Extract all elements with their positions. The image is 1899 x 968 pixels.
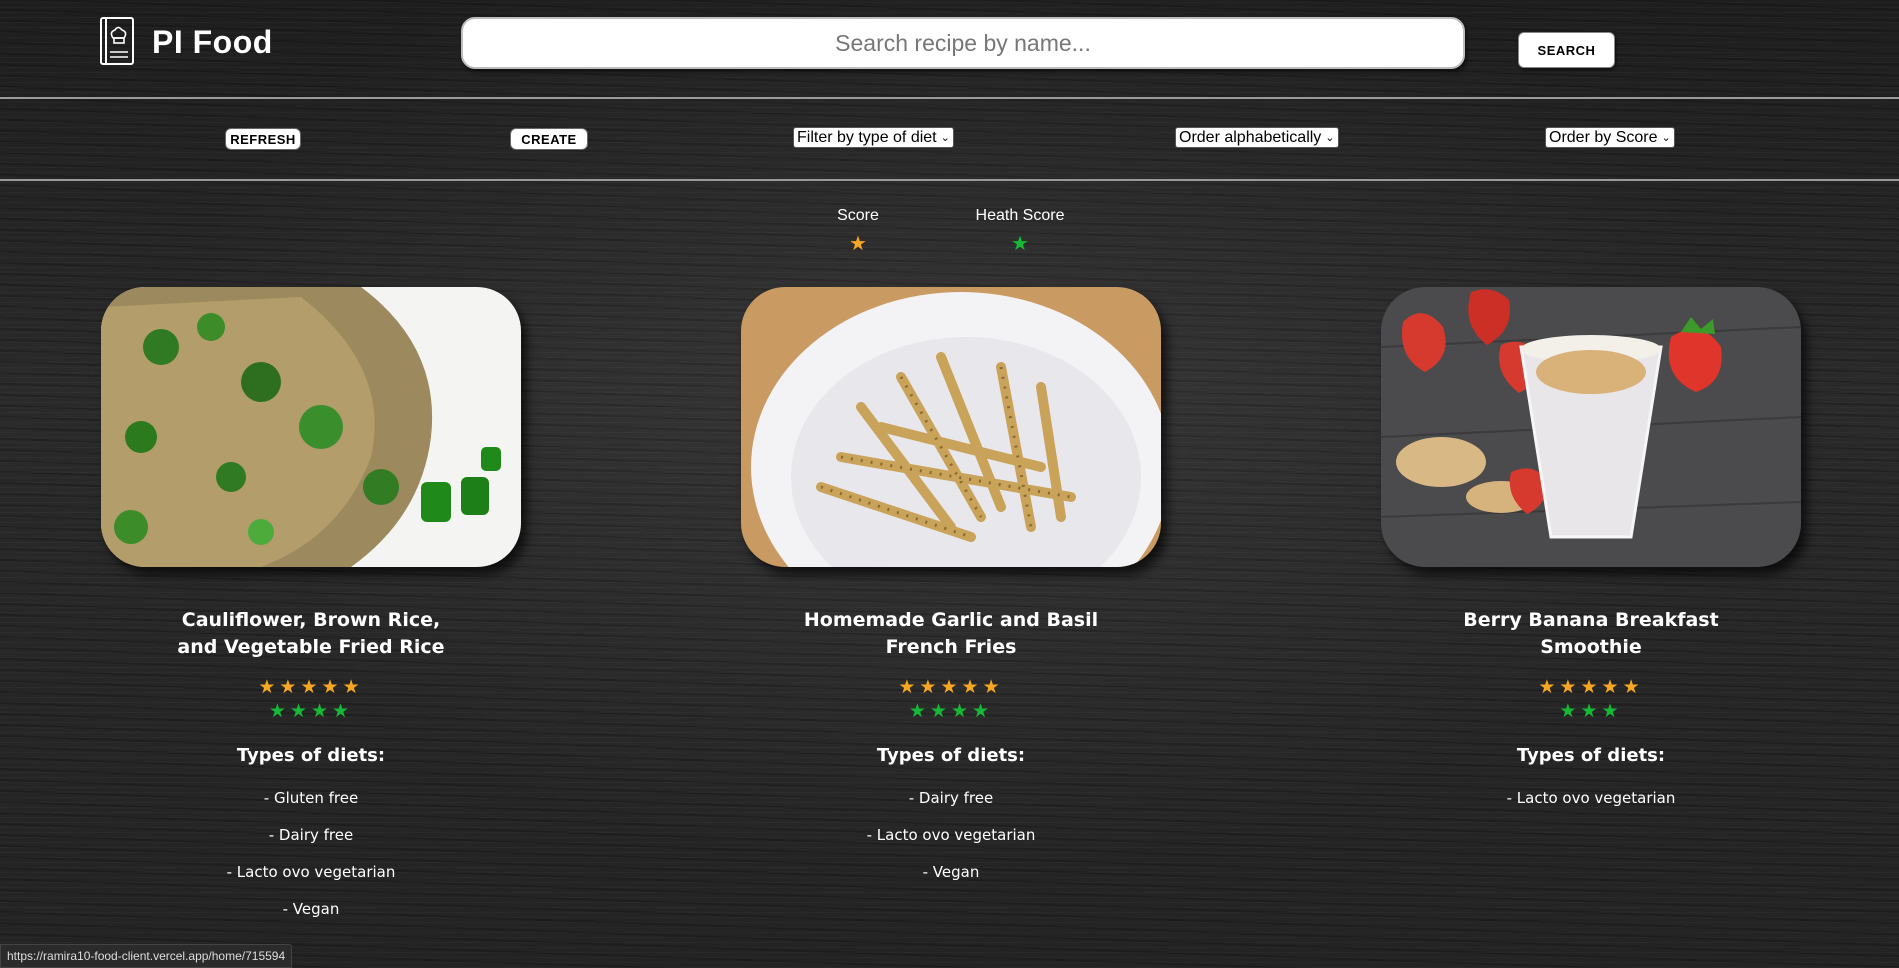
search-input[interactable] [461, 17, 1465, 69]
health-score-legend: Heath Score ★ [960, 207, 1080, 256]
star-icon: ★ [332, 700, 354, 722]
app-logo[interactable]: PI Food [98, 16, 273, 68]
star-icon: ★ [940, 676, 962, 698]
search-button[interactable]: SEARCH [1518, 32, 1615, 68]
diet-item: - Dairy free [908, 789, 994, 807]
star-icon: ★ [951, 700, 973, 722]
star-icon: ★ [972, 700, 994, 722]
score-stars: ★★★★★ [1381, 675, 1801, 699]
diets-heading: Types of diets: [1516, 745, 1666, 766]
star-icon: ★ [849, 233, 867, 255]
star-icon: ★ [1622, 676, 1644, 698]
refresh-button[interactable]: REFRESH [225, 128, 301, 150]
score-order-value: Order by Score [1549, 128, 1658, 146]
star-icon: ★ [1011, 233, 1029, 255]
diet-item: - Dairy free [268, 826, 354, 844]
filter-bar: REFRESH CREATE Filter by type of diet ⌄ … [0, 99, 1899, 181]
diet-item: - Lacto ovo vegetarian [226, 863, 396, 881]
star-icon: ★ [321, 676, 343, 698]
alphabetical-order-value: Order alphabetically [1179, 128, 1322, 146]
star-icon: ★ [1580, 700, 1602, 722]
recipe-card[interactable]: Homemade Garlic and Basil French Fries ★… [741, 287, 1161, 891]
recipe-image[interactable] [101, 287, 521, 567]
diet-item: - Vegan [282, 900, 340, 918]
recipe-card[interactable]: Cauliflower, Brown Rice, and Vegetable F… [101, 287, 521, 928]
star-icon: ★ [258, 676, 280, 698]
score-stars: ★★★★★ [101, 675, 521, 699]
top-bar: PI Food SEARCH [0, 0, 1899, 99]
score-legend: Score ★ [798, 207, 918, 256]
app-title: PI Food [152, 23, 273, 60]
star-icon: ★ [300, 676, 322, 698]
diet-item: - Vegan [922, 863, 980, 881]
star-icon: ★ [919, 676, 941, 698]
health-score-stars: ★★★★ [101, 699, 521, 723]
star-icon: ★ [1601, 700, 1623, 722]
diet-filter-value: Filter by type of diet [797, 128, 937, 146]
chevron-down-icon: ⌄ [1325, 132, 1335, 144]
diet-item: - Gluten free [263, 789, 359, 807]
star-icon: ★ [1601, 676, 1623, 698]
score-order-select[interactable]: Order by Score ⌄ [1545, 127, 1675, 148]
diet-item: - Lacto ovo vegetarian [1506, 789, 1676, 807]
chevron-down-icon: ⌄ [1661, 132, 1671, 144]
star-icon: ★ [311, 700, 333, 722]
chevron-down-icon: ⌄ [940, 132, 950, 144]
alphabetical-order-select[interactable]: Order alphabetically ⌄ [1175, 127, 1339, 148]
star-icon: ★ [289, 700, 311, 722]
diet-filter-select[interactable]: Filter by type of diet ⌄ [793, 127, 954, 148]
health-score-legend-label: Heath Score [975, 207, 1065, 224]
diet-list: - Gluten free - Dairy free - Lacto ovo v… [101, 780, 521, 928]
star-icon: ★ [961, 676, 983, 698]
star-icon: ★ [908, 700, 930, 722]
score-legend-label: Score [837, 207, 879, 224]
diets-heading: Types of diets: [236, 745, 386, 766]
health-score-stars: ★★★ [1381, 699, 1801, 723]
health-score-stars: ★★★★ [741, 699, 1161, 723]
score-stars: ★★★★★ [741, 675, 1161, 699]
star-icon: ★ [279, 676, 301, 698]
status-bar-url: https://ramira10-food-client.vercel.app/… [0, 944, 293, 968]
star-icon: ★ [268, 700, 290, 722]
star-icon: ★ [1559, 676, 1581, 698]
recipe-image[interactable] [1381, 287, 1801, 567]
diets-heading: Types of diets: [876, 745, 1026, 766]
create-button[interactable]: CREATE [510, 128, 588, 150]
star-icon: ★ [342, 676, 364, 698]
diet-item: - Lacto ovo vegetarian [866, 826, 1036, 844]
star-icon: ★ [1559, 700, 1581, 722]
diet-list: - Dairy free - Lacto ovo vegetarian - Ve… [741, 780, 1161, 891]
chef-book-icon [100, 17, 134, 65]
recipe-title: Cauliflower, Brown Rice, and Vegetable F… [177, 609, 445, 658]
recipe-image[interactable] [741, 287, 1161, 567]
star-icon: ★ [1538, 676, 1560, 698]
recipe-title: Berry Banana Breakfast Smoothie [1463, 609, 1719, 658]
star-icon: ★ [982, 676, 1004, 698]
recipe-title: Homemade Garlic and Basil French Fries [803, 609, 1099, 658]
star-icon: ★ [898, 676, 920, 698]
star-icon: ★ [1580, 676, 1602, 698]
diet-list: - Lacto ovo vegetarian [1381, 780, 1801, 817]
star-icon: ★ [929, 700, 951, 722]
recipe-card[interactable]: Berry Banana Breakfast Smoothie ★★★★★ ★★… [1381, 287, 1801, 817]
